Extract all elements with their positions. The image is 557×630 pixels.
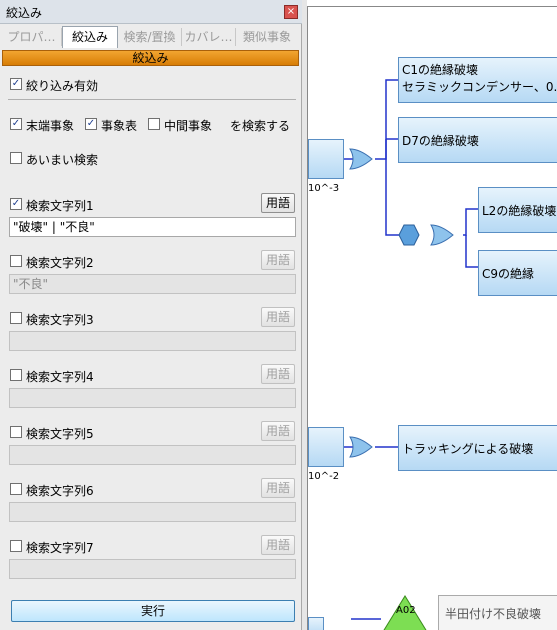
event-title: D7の絶縁破壊 [402, 134, 479, 148]
a02-badge: A02 [396, 605, 416, 616]
search-string-7-label: 検索文字列7 [26, 541, 94, 555]
or-gate-icon[interactable] [349, 148, 373, 170]
search-string-1-label: 検索文字列1 [26, 199, 94, 213]
term-button-2[interactable]: 用語 [261, 250, 295, 270]
tab-properties[interactable]: プロパ… [2, 28, 62, 46]
search-string-3-checkbox[interactable] [10, 312, 22, 324]
section-header: 絞込み [2, 50, 299, 66]
search-string-3-input[interactable] [9, 331, 296, 351]
fuzzy-search-checkbox[interactable] [10, 152, 22, 164]
search-string-3-label: 検索文字列3 [26, 313, 94, 327]
event-title: L2の絶縁破壊 [482, 204, 557, 218]
search-string-7-input[interactable] [9, 559, 296, 579]
divider [8, 99, 296, 100]
search-string-4-checkbox[interactable] [10, 369, 22, 381]
search-string-6-checkbox[interactable] [10, 483, 22, 495]
fault-tree-canvas[interactable]: 10^-3 10^-2 C1の絶縁破壊 セラミックコンデンサー、0.0 D7の絶… [307, 6, 557, 630]
event-table-label: 事象表 [101, 119, 138, 133]
run-button[interactable]: 実行 [11, 600, 295, 622]
event-l2-insulation-breakdown[interactable]: L2の絶縁破壊 [478, 187, 557, 233]
search-string-2-input[interactable]: "不良" [9, 274, 296, 294]
or-gate-icon[interactable] [349, 436, 373, 458]
event-tracking-breakdown[interactable]: トラッキングによる破壊 [398, 425, 557, 471]
search-string-6-label: 検索文字列6 [26, 484, 94, 498]
tab-similar-events[interactable]: 類似事象 [236, 28, 298, 46]
hexagon-gate-icon[interactable] [398, 224, 420, 246]
event-table-checkbox[interactable]: ✓ [85, 118, 97, 130]
term-button-5[interactable]: 用語 [261, 421, 295, 441]
search-string-5-checkbox[interactable] [10, 426, 22, 438]
panel-title: 絞込み [6, 6, 43, 20]
event-solder-defect[interactable]: 半田付け不良破壊 [438, 595, 557, 630]
term-button-3[interactable]: 用語 [261, 307, 295, 327]
intermediate-event-label: 中間事象 [164, 119, 213, 133]
intermediate-event-checkbox[interactable] [148, 118, 160, 130]
event-title: C1の絶縁破壊 [402, 63, 479, 77]
search-string-4-input[interactable] [9, 388, 296, 408]
filter-panel: 絞込み × プロパ… 絞込み 検索/置換 カバレ… 類似事象 絞込み ✓ 絞り込… [0, 0, 302, 630]
event-title: トラッキングによる破壊 [402, 442, 534, 456]
enable-filter-label: 絞り込み有効 [26, 79, 99, 93]
event-c9-insulation[interactable]: C9の絶縁 [478, 250, 557, 296]
term-button-1[interactable]: 用語 [261, 193, 295, 213]
tab-search-replace[interactable]: 検索/置換 [118, 28, 182, 46]
tab-filter[interactable]: 絞込み [62, 26, 118, 48]
event-subtitle: セラミックコンデンサー、0.0 [402, 80, 557, 94]
fuzzy-search-label: あいまい検索 [26, 153, 99, 167]
search-string-4-label: 検索文字列4 [26, 370, 94, 384]
event-title: 半田付け不良破壊 [445, 607, 542, 621]
search-string-1-checkbox[interactable]: ✓ [10, 198, 22, 210]
close-icon[interactable]: × [284, 5, 298, 19]
search-string-1-input[interactable]: "破壊" | "不良" [9, 217, 296, 237]
search-target-suffix: を検索する [230, 119, 291, 133]
or-gate-icon[interactable] [430, 224, 454, 246]
panel-tabs: プロパ… 絞込み 検索/置換 カバレ… 類似事象 [2, 26, 300, 48]
parent-event-box[interactable] [308, 139, 344, 179]
tab-coverage[interactable]: カバレ… [182, 28, 236, 46]
parent-event-box[interactable] [308, 617, 324, 630]
term-button-4[interactable]: 用語 [261, 364, 295, 384]
probability-label: 10^-3 [308, 183, 340, 194]
term-button-6[interactable]: 用語 [261, 478, 295, 498]
search-string-2-label: 検索文字列2 [26, 256, 94, 270]
leaf-event-label: 末端事象 [26, 119, 75, 133]
panel-titlebar: 絞込み × [0, 0, 302, 24]
parent-event-box[interactable] [308, 427, 344, 467]
search-string-2-checkbox[interactable] [10, 255, 22, 267]
event-c1-insulation-breakdown[interactable]: C1の絶縁破壊 セラミックコンデンサー、0.0 [398, 57, 557, 103]
event-d7-insulation-breakdown[interactable]: D7の絶縁破壊 [398, 117, 557, 163]
event-title: C9の絶縁 [482, 267, 535, 281]
probability-label: 10^-2 [308, 471, 340, 482]
term-button-7[interactable]: 用語 [261, 535, 295, 555]
search-string-6-input[interactable] [9, 502, 296, 522]
enable-filter-checkbox[interactable]: ✓ [10, 78, 22, 90]
search-string-5-label: 検索文字列5 [26, 427, 94, 441]
search-string-5-input[interactable] [9, 445, 296, 465]
search-string-7-checkbox[interactable] [10, 540, 22, 552]
leaf-event-checkbox[interactable]: ✓ [10, 118, 22, 130]
